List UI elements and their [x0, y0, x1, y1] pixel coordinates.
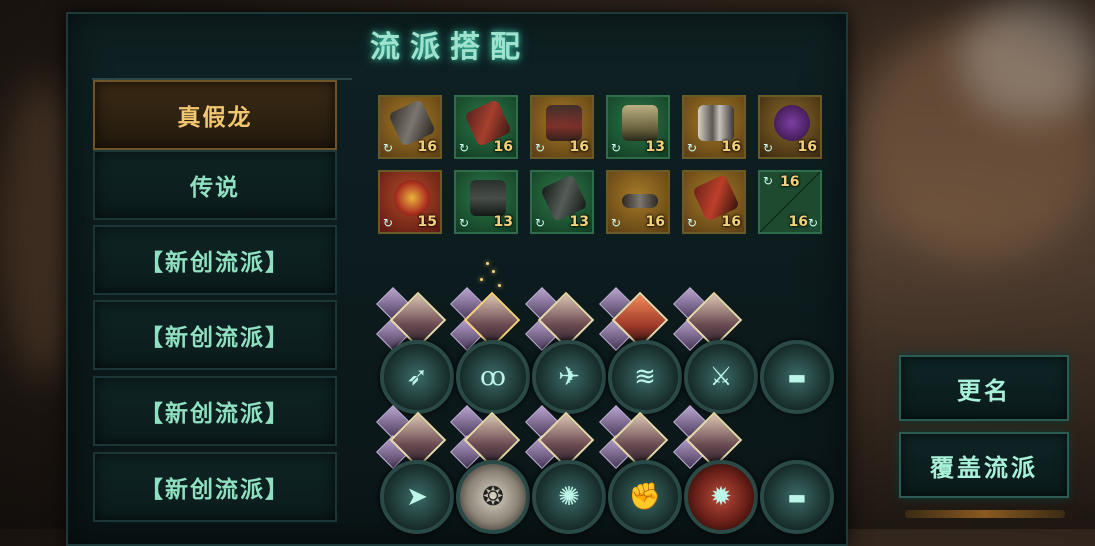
equipment-slot[interactable]: ↻ 16 — [378, 95, 442, 159]
item-level: 15 — [417, 214, 437, 230]
empty-skill-slot-icon[interactable]: ▬ — [760, 460, 834, 534]
equipment-slot[interactable]: ↻ 16 — [530, 95, 594, 159]
item-level: 16 — [780, 174, 800, 190]
skill-beast-icon[interactable]: ✹ — [684, 460, 758, 534]
equipment-slot[interactable]: ↻ 13 — [530, 170, 594, 234]
refresh-icon: ↻ — [687, 141, 698, 155]
item-level: 16 — [721, 214, 741, 230]
refresh-icon: ↻ — [611, 141, 622, 155]
item-level: 16 — [493, 139, 513, 155]
refresh-icon: ↻ — [459, 216, 470, 230]
tab-build-1[interactable]: 真假龙 — [93, 80, 337, 150]
item-level: 16 — [417, 139, 437, 155]
rename-button[interactable]: 更名 — [899, 355, 1069, 421]
skill-blade-icon[interactable]: ➤ — [380, 460, 454, 534]
item-level: 16 — [645, 214, 665, 230]
tab-build-3[interactable]: 【新创流派】 — [93, 225, 337, 295]
refresh-icon: ↻ — [611, 216, 622, 230]
refresh-icon: ↻ — [687, 216, 698, 230]
item-level-secondary: 16 — [788, 214, 808, 230]
skill-storm-icon[interactable]: ✺ — [532, 460, 606, 534]
equipment-slot[interactable]: ↻ 13 — [606, 95, 670, 159]
skill-bird-icon[interactable]: ✈ — [532, 340, 606, 414]
tab-build-5[interactable]: 【新创流派】 — [93, 376, 337, 446]
equipment-slot[interactable]: ↻ 15 — [378, 170, 442, 234]
tab-build-6[interactable]: 【新创流派】 — [93, 452, 337, 522]
sparkle-effect — [486, 262, 489, 265]
equipment-slot[interactable]: ↻ 16 — [682, 95, 746, 159]
background-blur — [960, 0, 1095, 120]
item-level: 16 — [797, 139, 817, 155]
sparkle-effect — [480, 278, 483, 281]
refresh-icon: ↻ — [763, 174, 774, 188]
armor-icon — [546, 105, 582, 141]
empty-skill-slot-icon[interactable]: ▬ — [760, 340, 834, 414]
equipment-slot[interactable]: ↻ 16 — [758, 95, 822, 159]
overwrite-build-button[interactable]: 覆盖流派 — [899, 432, 1069, 498]
skill-fist-icon[interactable]: ✊ — [608, 460, 682, 534]
skill-spiral-icon[interactable]: ❂ — [456, 460, 530, 534]
equipment-slot[interactable]: ↻ 16 — [454, 95, 518, 159]
sparkle-effect — [498, 284, 501, 287]
equipment-slot-split[interactable]: ↻ 16 16 ↻ — [758, 170, 822, 234]
skill-wave-icon[interactable]: ≋ — [608, 340, 682, 414]
equipment-slot[interactable]: ↻ 16 — [682, 170, 746, 234]
refresh-icon: ↻ — [383, 216, 394, 230]
belt-icon — [622, 194, 658, 208]
refresh-icon: ↻ — [763, 141, 774, 155]
equipment-slot[interactable]: ↻ 16 — [606, 170, 670, 234]
item-level: 16 — [721, 139, 741, 155]
bottom-bar — [905, 510, 1065, 518]
refresh-icon: ↻ — [383, 141, 394, 155]
refresh-icon: ↻ — [535, 141, 546, 155]
skill-claw-icon[interactable]: ⚔ — [684, 340, 758, 414]
cloak-icon — [622, 105, 658, 141]
item-level: 13 — [645, 139, 665, 155]
item-level: 16 — [569, 139, 589, 155]
refresh-icon: ↻ — [535, 216, 546, 230]
panel-title: 流派搭配 — [370, 30, 530, 65]
refresh-icon: ↻ — [807, 216, 818, 230]
boots-icon — [698, 105, 734, 141]
item-level: 13 — [569, 214, 589, 230]
refresh-icon: ↻ — [459, 141, 470, 155]
tab-build-2[interactable]: 传说 — [93, 150, 337, 220]
robe-icon — [470, 180, 506, 216]
sparkle-effect — [492, 270, 495, 273]
skill-wing-icon[interactable]: ➶ — [380, 340, 454, 414]
item-level: 13 — [493, 214, 513, 230]
tab-build-4[interactable]: 【新创流派】 — [93, 300, 337, 370]
skill-swirl-icon[interactable]: ꝏ — [456, 340, 530, 414]
equipment-slot[interactable]: ↻ 13 — [454, 170, 518, 234]
